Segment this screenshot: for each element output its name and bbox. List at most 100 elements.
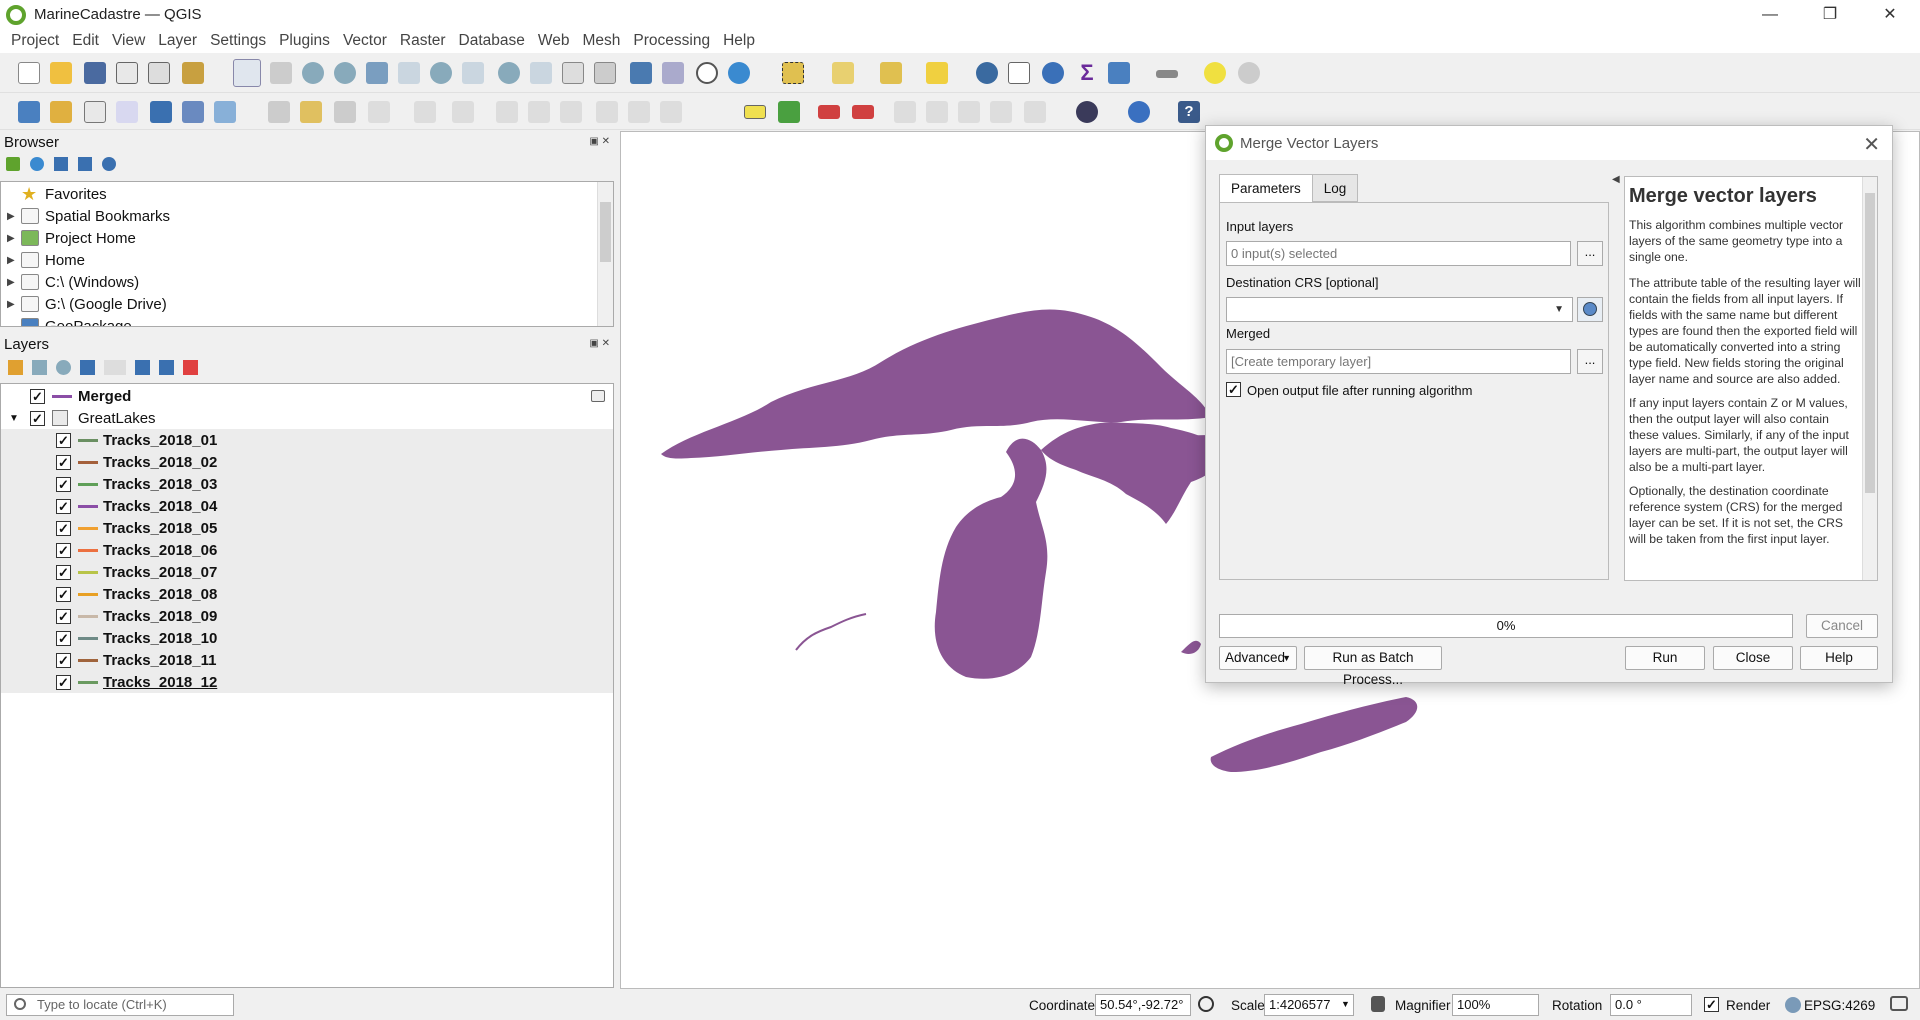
refresh-icon[interactable] (728, 62, 750, 84)
add-feature-icon[interactable] (368, 101, 390, 123)
zoom-last-icon[interactable] (498, 62, 520, 84)
toggle-extents-icon[interactable] (1198, 996, 1214, 1012)
layer-checkbox[interactable]: ✓ (56, 608, 71, 624)
print-layout-icon[interactable] (148, 62, 170, 84)
redo-icon[interactable] (660, 101, 682, 123)
pin-labels-icon[interactable] (852, 105, 874, 119)
zoom-native-icon[interactable] (462, 62, 484, 84)
vertex-tool-icon[interactable] (414, 101, 436, 123)
layer-checkbox[interactable]: ✓ (56, 454, 71, 470)
lock-scale-icon[interactable] (1371, 996, 1385, 1012)
chevron-down-icon[interactable]: ▼ (9, 413, 19, 424)
layer-checkbox[interactable]: ✓ (56, 674, 71, 690)
collapse-help-icon[interactable]: ◀ (1612, 174, 1620, 185)
deselect-icon[interactable] (880, 62, 902, 84)
layer-checkbox[interactable]: ✓ (56, 542, 71, 558)
menu-mesh[interactable]: Mesh (583, 32, 621, 50)
tab-parameters[interactable]: Parameters (1219, 174, 1313, 204)
save-edits-icon[interactable] (334, 101, 356, 123)
properties-icon[interactable] (102, 157, 116, 171)
new-3d-map-icon[interactable] (594, 62, 616, 84)
cut-features-icon[interactable] (528, 101, 550, 123)
zoom-full-icon[interactable] (366, 62, 388, 84)
select-location-icon[interactable] (926, 62, 948, 84)
input-layers-browse-button[interactable]: ... (1577, 241, 1603, 266)
geocoder-icon[interactable] (1076, 101, 1098, 123)
browser-scrollbar[interactable] (597, 182, 613, 326)
select-by-value-icon[interactable] (832, 62, 854, 84)
chevron-right-icon[interactable]: ▶ (7, 233, 15, 244)
open-output-checkbox[interactable]: ✓ (1226, 382, 1241, 397)
advanced-dropdown-button[interactable]: Advanced ▼ (1219, 646, 1297, 670)
menu-raster[interactable]: Raster (400, 32, 446, 50)
add-group-icon[interactable] (32, 360, 47, 375)
tab-log[interactable]: Log (1311, 174, 1359, 202)
add-wms-icon[interactable] (182, 101, 204, 123)
layer-checkbox[interactable]: ✓ (56, 498, 71, 514)
destination-crs-select[interactable]: ▼ (1226, 297, 1573, 322)
layer-checkbox[interactable]: ✓ (56, 564, 71, 580)
restore-button[interactable]: ❐ (1800, 0, 1860, 29)
chevron-right-icon[interactable]: ▶ (7, 255, 15, 266)
coordinate-field[interactable]: 50.54°,-92.72° (1095, 994, 1191, 1016)
layer-checkbox[interactable]: ✓ (30, 388, 45, 404)
highlight-labels-icon[interactable] (818, 105, 840, 119)
refresh-icon[interactable] (30, 157, 44, 171)
chevron-right-icon[interactable]: ▶ (7, 211, 15, 222)
pan-to-selection-icon[interactable] (270, 62, 292, 84)
browser-item-spatial-bookmarks[interactable]: ▶ Spatial Bookmarks (7, 205, 170, 227)
attribute-table-icon[interactable] (1008, 62, 1030, 84)
layer-track[interactable]: ✓ Tracks_2018_10 (1, 627, 613, 649)
save-as-icon[interactable] (116, 62, 138, 84)
copy-features-icon[interactable] (560, 101, 582, 123)
style-manager-icon[interactable] (182, 62, 204, 84)
move-label-icon[interactable] (926, 101, 948, 123)
new-project-icon[interactable] (18, 62, 40, 84)
browser-item-home[interactable]: ▶ Home (7, 249, 85, 271)
digitize-icon[interactable] (268, 101, 290, 123)
panel-float-close-icon[interactable]: ▣ ✕ (589, 136, 610, 147)
browser-item-favorites[interactable]: ★ Favorites (21, 183, 107, 205)
layer-track[interactable]: ✓ Tracks_2018_12 (1, 671, 613, 693)
chevron-down-icon[interactable]: ▼ (1341, 999, 1350, 1009)
rotate-label-icon[interactable] (958, 101, 980, 123)
layer-group-greatlakes[interactable]: ▼ ✓ GreatLakes (1, 407, 613, 429)
undo-icon[interactable] (628, 101, 650, 123)
locator-icon[interactable] (1238, 62, 1260, 84)
merged-output-browse-button[interactable]: ... (1577, 349, 1603, 374)
identify-icon[interactable] (976, 62, 998, 84)
zoom-in-icon[interactable] (302, 62, 324, 84)
new-map-view-icon[interactable] (562, 62, 584, 84)
menu-settings[interactable]: Settings (210, 32, 266, 50)
label-tool-icon[interactable] (744, 105, 766, 119)
layer-checkbox[interactable]: ✓ (30, 410, 45, 426)
layer-checkbox[interactable]: ✓ (56, 476, 71, 492)
open-project-icon[interactable] (50, 62, 72, 84)
delete-selected-icon[interactable] (496, 101, 518, 123)
render-checkbox[interactable]: ✓ (1704, 997, 1719, 1012)
show-bookmarks-icon[interactable] (662, 62, 684, 84)
diagram-tool-icon[interactable] (778, 101, 800, 123)
new-bookmark-icon[interactable] (630, 62, 652, 84)
manage-themes-icon[interactable] (56, 360, 71, 375)
remove-layer-icon[interactable] (183, 360, 198, 375)
menu-processing[interactable]: Processing (633, 32, 710, 50)
add-vector-layer-icon[interactable] (84, 101, 106, 123)
collapse-all-icon[interactable] (78, 157, 92, 171)
layer-checkbox[interactable]: ✓ (56, 432, 71, 448)
label-properties-icon[interactable] (1024, 101, 1046, 123)
zoom-out-icon[interactable] (334, 62, 356, 84)
data-source-manager-icon[interactable] (18, 101, 40, 123)
layer-checkbox[interactable]: ✓ (56, 586, 71, 602)
add-delimited-text-icon[interactable] (150, 101, 172, 123)
open-field-calculator-icon[interactable] (1108, 62, 1130, 84)
run-button[interactable]: Run (1625, 646, 1705, 670)
layer-checkbox[interactable]: ✓ (56, 630, 71, 646)
add-raster-layer-icon[interactable] (116, 101, 138, 123)
help-button[interactable]: Help (1800, 646, 1878, 670)
help-contents-icon[interactable]: ? (1178, 101, 1200, 123)
filter-icon[interactable] (54, 157, 68, 171)
layer-track[interactable]: ✓ Tracks_2018_08 (1, 583, 613, 605)
menu-layer[interactable]: Layer (158, 32, 197, 50)
menu-database[interactable]: Database (459, 32, 525, 50)
